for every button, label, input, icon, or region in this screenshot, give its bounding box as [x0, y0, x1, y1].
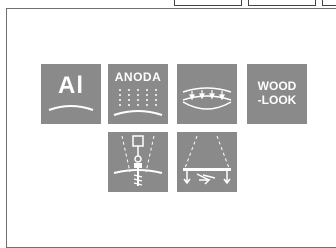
- screw-mount-tile: [108, 132, 168, 192]
- content-frame: [6, 8, 336, 248]
- aluminium-tile: Al: [41, 64, 101, 124]
- aluminium-symbol-icon: [48, 105, 94, 111]
- curved-pressure-icon: [182, 87, 232, 110]
- top-tab-1[interactable]: [174, 0, 242, 6]
- flat-mount-tile: [177, 132, 237, 192]
- wood-look-icon: WOOD -LOOK: [247, 79, 307, 107]
- top-tab-3[interactable]: [322, 0, 336, 6]
- wood-label-line1: WOOD: [257, 79, 297, 93]
- bendable-tile: [177, 64, 237, 124]
- top-tab-2[interactable]: [248, 0, 316, 6]
- flat-profile-mounting-icon: [183, 135, 231, 185]
- wood-look-tile: WOOD -LOOK: [247, 64, 307, 124]
- wood-label-line2: -LOOK: [257, 93, 297, 107]
- screw-mounting-icon: [113, 135, 163, 186]
- anodized-tile: ANODA: [108, 64, 168, 124]
- anodized-surface-icon: [113, 89, 163, 116]
